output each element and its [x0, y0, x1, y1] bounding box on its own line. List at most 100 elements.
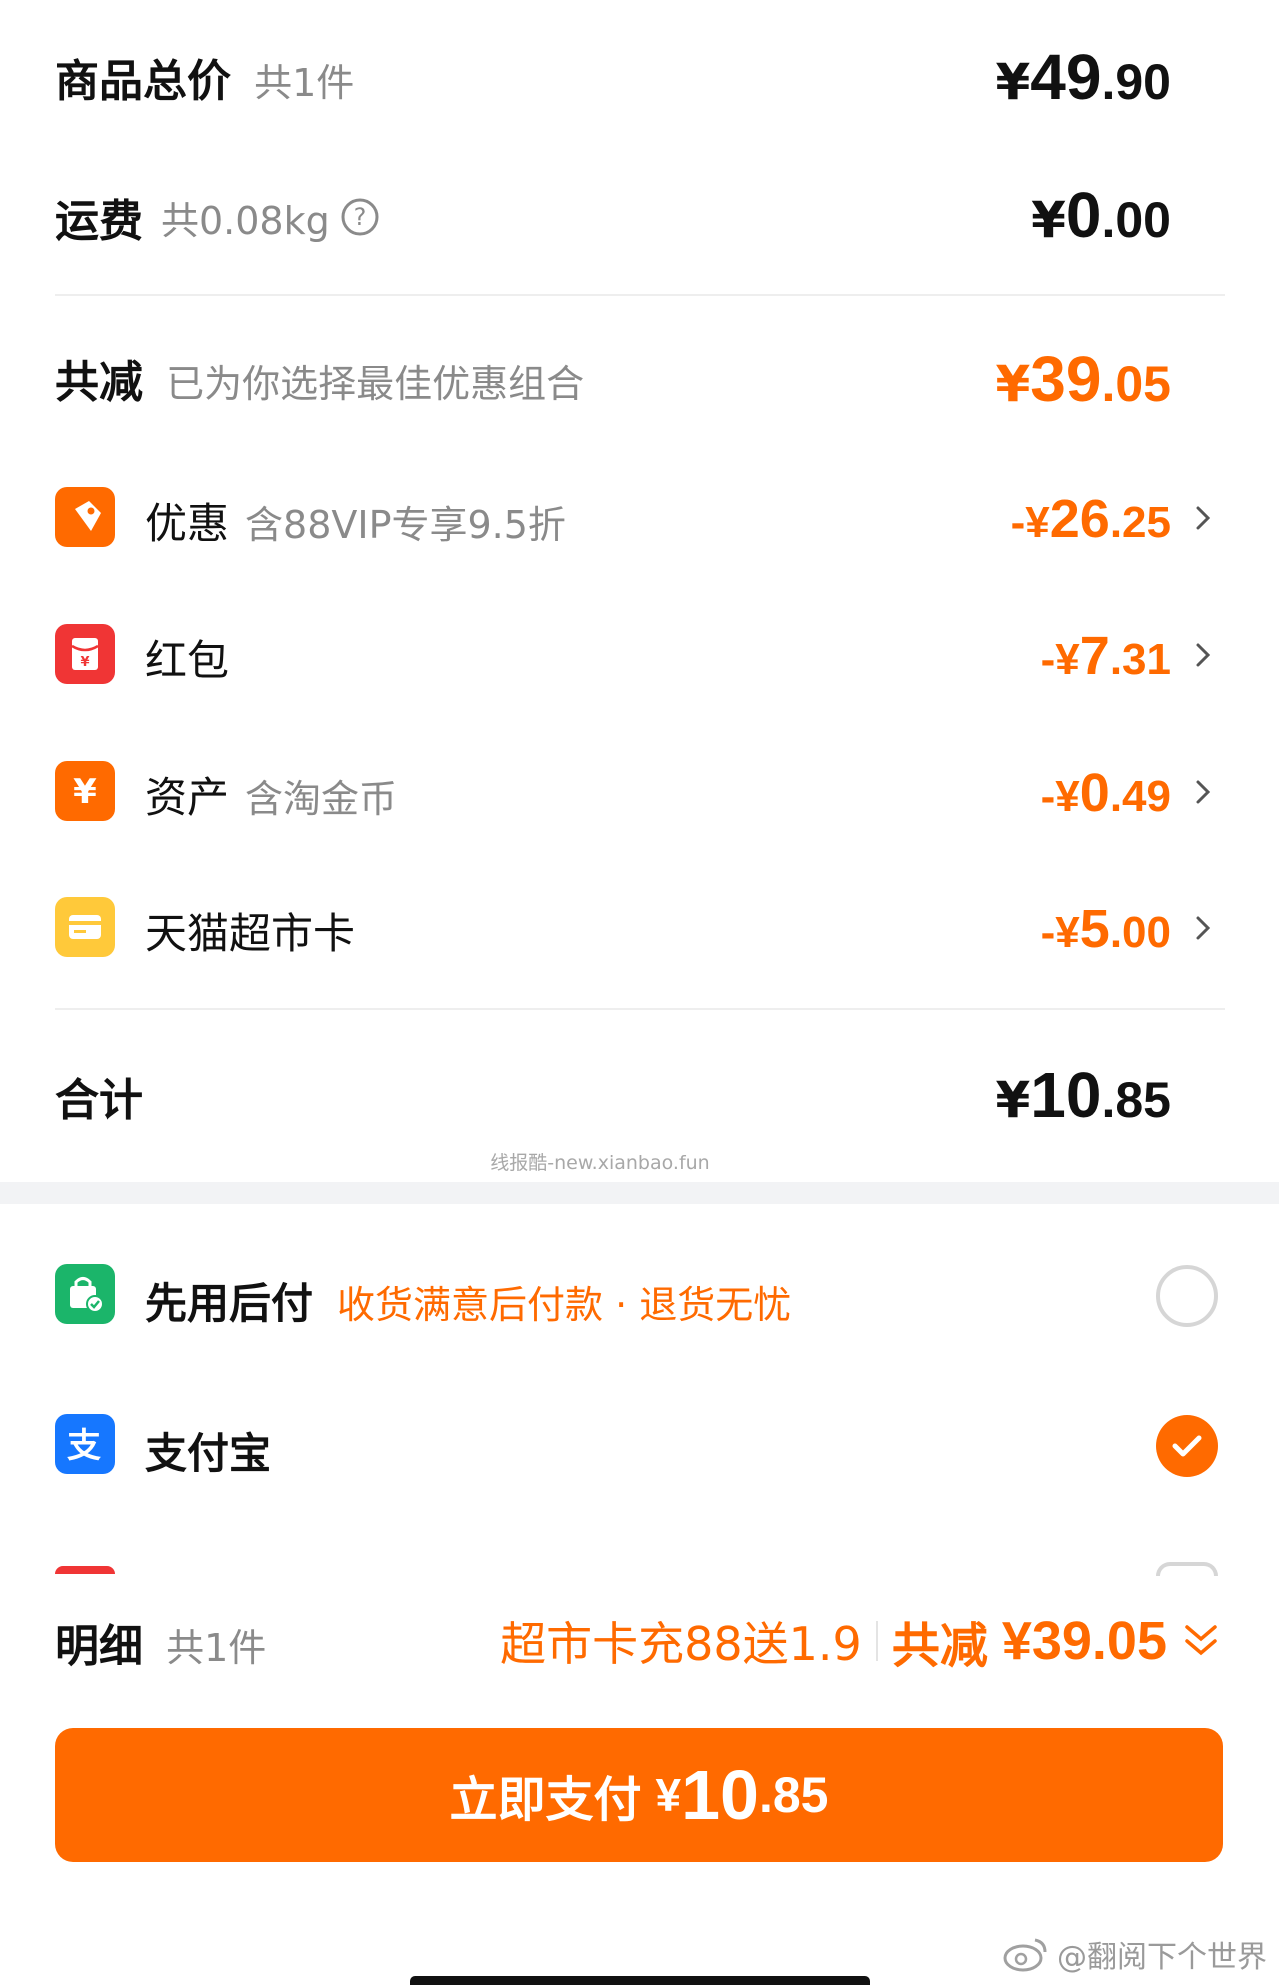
weibo-logo-icon	[1003, 1938, 1047, 1972]
payment-title: 支付宝	[145, 1429, 272, 1478]
discount-title: 优惠	[145, 499, 230, 548]
svg-text:支: 支	[67, 1426, 101, 1466]
radio-unselected[interactable]	[1156, 1265, 1218, 1327]
footer-reduction-label: 共减	[891, 1618, 988, 1674]
chevron-right-icon	[1196, 643, 1211, 667]
payment-label: 先用后付 收货满意后付款 · 退货无忧	[145, 1270, 791, 1331]
pay-int: 10	[681, 1756, 759, 1834]
amount-dec: .00	[1109, 908, 1171, 957]
price-int: 10	[1030, 1059, 1102, 1131]
discount-label: 天猫超市卡	[145, 900, 355, 961]
site-watermark: 线报酷-new.xianbao.fun	[490, 1152, 710, 1174]
pay-now-button[interactable]: 立即支付 ¥ 10 .85	[55, 1728, 1223, 1862]
supermarket-card-icon	[55, 897, 115, 957]
amount-int: 0	[1079, 763, 1110, 823]
discount-row-assets[interactable]: ¥ 资产 含淘金币 -¥0.49	[0, 746, 1279, 836]
discount-label: 红包	[145, 627, 229, 688]
amount-dec: .31	[1109, 635, 1171, 684]
price-dec: .00	[1101, 192, 1171, 248]
price-dec: .05	[1101, 356, 1171, 412]
discount-title: 天猫超市卡	[145, 909, 356, 958]
alipay-icon: 支	[55, 1414, 115, 1474]
discount-row-coupon[interactable]: 优惠 含88VIP专享9.5折 -¥26.25	[0, 472, 1279, 562]
footer-promo-summary[interactable]: 超市卡充88送1.9 共减 ¥39.05	[500, 1606, 1221, 1676]
goods-count: 共1件	[254, 61, 355, 105]
divider	[55, 294, 1225, 296]
weibo-handle: @翻阅下个世界	[1057, 1940, 1267, 1975]
best-combination-text: 已为你选择最佳优惠组合	[166, 362, 585, 406]
total-reduction-row: 共减 已为你选择最佳优惠组合	[55, 346, 584, 416]
amount-prefix: -¥	[1040, 635, 1080, 684]
total-reduction-price: ¥39.05	[996, 342, 1172, 416]
shipping-price: ¥0.00	[1031, 178, 1171, 252]
currency-symbol: ¥	[995, 1071, 1031, 1129]
svg-text:¥: ¥	[80, 655, 89, 670]
discount-title: 红包	[145, 636, 230, 685]
payment-option-alipay[interactable]: 支 支付宝	[0, 1398, 1279, 1494]
tag-icon	[55, 487, 115, 547]
shipping-weight: 共0.08kg	[161, 198, 330, 243]
grand-total-price: ¥10.85	[996, 1058, 1172, 1132]
price-dec: .85	[1101, 1072, 1171, 1128]
double-chevron-down-icon	[1185, 1625, 1217, 1656]
currency-symbol: ¥	[995, 355, 1031, 413]
footer-reduction-amount: ¥39.05	[1001, 1611, 1167, 1671]
currency-symbol: ¥	[1031, 191, 1066, 249]
next-radio-edge	[1156, 1562, 1218, 1576]
amount-prefix: -¥	[1040, 772, 1080, 821]
discount-row-supermarket-card[interactable]: 天猫超市卡 -¥5.00	[0, 882, 1279, 972]
discount-label: 优惠 含88VIP专享9.5折	[145, 490, 566, 551]
discount-row-red-packet[interactable]: ¥ 红包 -¥7.31	[0, 609, 1279, 699]
yuan-coin-icon: ¥	[55, 761, 115, 821]
goods-total-row: 商品总价 共1件	[55, 45, 354, 115]
discount-sub: 含淘金币	[245, 777, 398, 821]
price-int: 39	[1030, 343, 1102, 415]
check-icon	[1172, 1435, 1202, 1457]
goods-total-price: ¥49.90	[996, 40, 1172, 114]
svg-text:?: ?	[353, 203, 366, 231]
detail-label: 明细	[55, 1621, 143, 1672]
promo-text: 超市卡充88送1.9	[500, 1617, 862, 1671]
grand-total-label: 合计	[55, 1075, 143, 1126]
shipping-label: 运费	[55, 196, 143, 247]
weibo-watermark: @翻阅下个世界	[1001, 1932, 1267, 1976]
price-int: 49	[1030, 41, 1102, 113]
section-separator	[0, 1182, 1279, 1204]
discount-amount: -¥26.25	[1011, 488, 1171, 550]
payment-option-pay-later[interactable]: 先用后付 收货满意后付款 · 退货无忧	[0, 1248, 1279, 1344]
discount-title: 资产	[145, 773, 230, 822]
amount-prefix: -¥	[1040, 908, 1080, 957]
promo-separator	[875, 1621, 878, 1661]
payment-title: 先用后付	[145, 1279, 314, 1328]
red-packet-icon: ¥	[55, 624, 115, 684]
divider	[55, 1008, 1225, 1010]
detail-toggle[interactable]: 明细 共1件	[55, 1610, 266, 1674]
amount-dec: .49	[1109, 772, 1171, 821]
amount-dec: .25	[1109, 498, 1171, 547]
amount-int: 7	[1079, 626, 1110, 686]
discount-label: 资产 含淘金币	[145, 764, 397, 825]
shipping-row: 运费 共0.08kg ?	[55, 182, 380, 252]
price-dec: .90	[1101, 54, 1171, 110]
pay-currency: ¥	[655, 1769, 682, 1821]
discount-sub: 含88VIP专享9.5折	[245, 503, 566, 547]
question-circle-icon[interactable]: ?	[340, 197, 380, 237]
currency-symbol: ¥	[995, 53, 1031, 111]
chevron-right-icon	[1196, 780, 1211, 804]
amount-int: 26	[1049, 489, 1110, 549]
detail-count: 共1件	[166, 1626, 267, 1670]
price-int: 0	[1065, 179, 1102, 251]
amount-prefix: -¥	[1010, 498, 1050, 547]
discount-amount: -¥7.31	[1041, 625, 1171, 687]
payment-sub: 收货满意后付款 · 退货无忧	[337, 1283, 792, 1327]
goods-total-label: 商品总价	[55, 56, 231, 107]
pay-dec: .85	[758, 1767, 829, 1823]
total-reduction-label: 共减	[55, 357, 143, 408]
chevron-right-icon	[1196, 506, 1211, 530]
discount-amount: -¥5.00	[1041, 898, 1171, 960]
discount-amount: -¥0.49	[1041, 762, 1171, 824]
pay-now-label: 立即支付	[449, 1774, 642, 1827]
radio-selected[interactable]	[1156, 1415, 1218, 1477]
home-indicator	[410, 1976, 870, 1985]
pay-later-bag-icon	[55, 1264, 115, 1324]
